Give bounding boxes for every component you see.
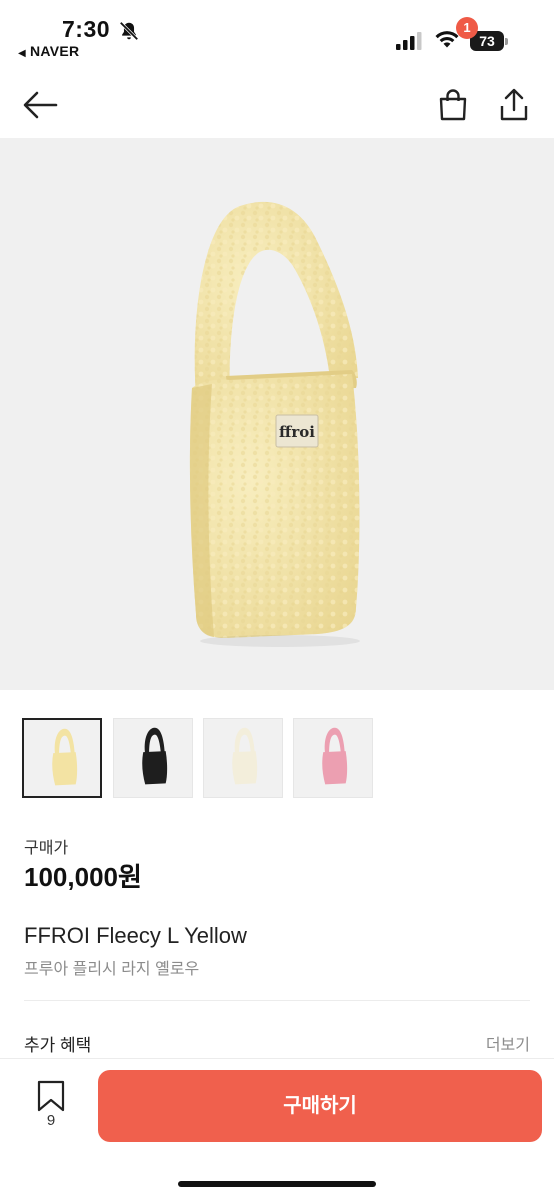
top-nav-bar (0, 70, 554, 138)
price-label: 구매가 (24, 840, 69, 857)
see-more-link[interactable]: 더보기 (486, 1031, 530, 1055)
bell-muted-icon (119, 21, 139, 41)
cart-count-badge: 1 (456, 17, 478, 39)
share-icon[interactable] (498, 88, 530, 122)
product-main-image[interactable]: ffroi (0, 138, 554, 690)
thumbnail-yellow[interactable] (22, 718, 102, 798)
tote-bag-image: ffroi (189, 201, 360, 647)
brand-label: ffroi (279, 423, 315, 441)
product-title: FFROI Fleecy L Yellow (24, 923, 247, 948)
thumbnail-pink[interactable] (293, 718, 373, 798)
thumbnail-cream[interactable] (203, 718, 283, 798)
shopping-bag-icon[interactable] (436, 88, 470, 122)
back-arrow-icon[interactable] (22, 90, 58, 120)
status-time: 7:30 (62, 16, 111, 42)
divider (24, 1000, 530, 1001)
product-subtitle: 프루아 플리시 라지 옐로우 (24, 961, 200, 978)
bookmark-icon[interactable] (36, 1079, 66, 1139)
home-indicator (178, 1181, 376, 1187)
bookmark-count: 9 (46, 1112, 56, 1129)
back-app-label: NAVER (30, 43, 80, 59)
cellular-signal-icon (396, 32, 422, 50)
buy-button[interactable]: 구매하기 (98, 1070, 542, 1142)
back-to-app-link[interactable]: ◀ NAVER (18, 43, 79, 59)
extra-benefits-label: 추가 혜택 (24, 1036, 92, 1055)
thumbnail-black[interactable] (113, 718, 193, 798)
product-price: 100,000원 (24, 862, 142, 892)
product-thumbnails (22, 718, 542, 798)
